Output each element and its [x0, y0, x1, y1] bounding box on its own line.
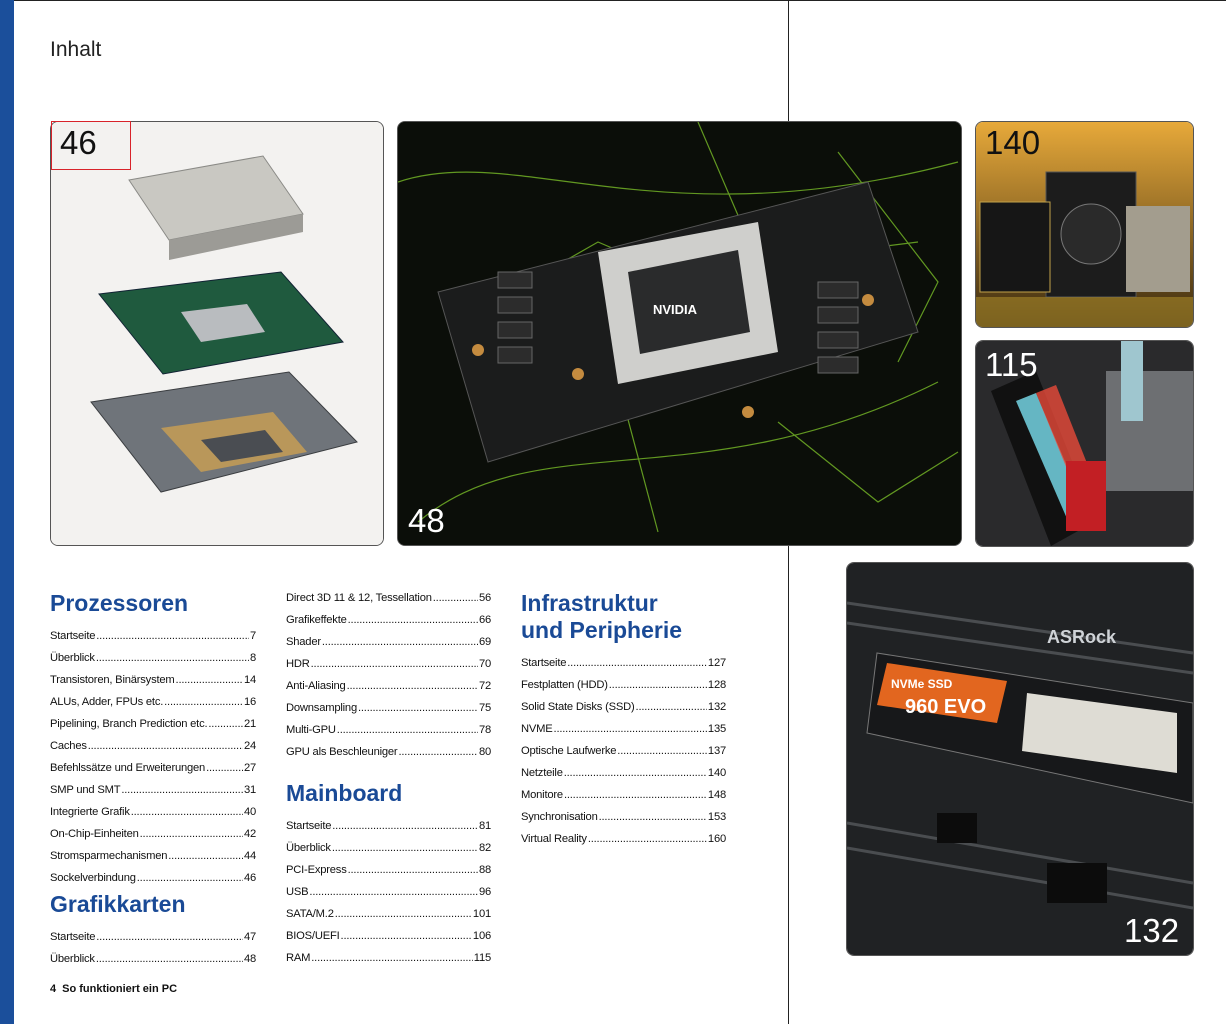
toc-entry[interactable]: Optische Laufwerke137 — [521, 740, 726, 762]
toc-entry[interactable]: Transistoren, Binärsystem14 — [50, 669, 256, 691]
toc-entry[interactable]: Startseite7 — [50, 625, 256, 647]
toc-entry[interactable]: On-Chip-Einheiten42 — [50, 823, 256, 845]
toc-entry[interactable]: Synchronisation153 — [521, 806, 726, 828]
toc-list: Startseite127 Festplatten (HDD)128 Solid… — [521, 652, 726, 850]
svg-text:ASRock: ASRock — [1047, 627, 1117, 647]
toc-entry[interactable]: SMP und SMT31 — [50, 779, 256, 801]
page-ref-115: 115 — [985, 346, 1038, 383]
toc-entry[interactable]: HDR70 — [286, 653, 491, 675]
svg-text:960 EVO: 960 EVO — [905, 696, 986, 718]
toc-entry[interactable]: Stromsparmechanismen44 — [50, 845, 256, 867]
section-heading: Prozessoren — [50, 590, 189, 616]
toc-entry[interactable]: RAM115 — [286, 947, 491, 969]
toc-section-mainboard: Mainboard Startseite81 Überblick82 PCI-E… — [286, 780, 491, 969]
toc-entry[interactable]: Überblick48 — [50, 948, 256, 970]
toc-section-infrastruktur: Infrastruktur und Peripherie Startseite1… — [521, 590, 726, 850]
toc-entry[interactable]: Netzteile140 — [521, 762, 726, 784]
toc-entry[interactable]: Sockelverbindung46 — [50, 867, 256, 889]
toc-entry[interactable]: Festplatten (HDD)128 — [521, 674, 726, 696]
svg-text:NVIDIA: NVIDIA — [653, 302, 698, 317]
page-ref-140: 140 — [985, 124, 1041, 161]
page-ref-132: 132 — [1124, 912, 1180, 949]
toc-section-prozessoren: Prozessoren Startseite7 Überblick8 Trans… — [50, 590, 256, 889]
footer-page-number: 4 — [50, 983, 57, 995]
toc-entry[interactable]: PCI-Express88 — [286, 859, 491, 881]
toc-entry[interactable]: ALUs, Adder, FPUs etc.16 — [50, 691, 256, 713]
toc-section-grafikkarten: Grafikkarten Startseite47 Überblick48 — [50, 891, 256, 970]
page-footer: 4 So funktioniert ein PC — [50, 983, 183, 995]
toc-list: Startseite81 Überblick82 PCI-Express88 U… — [286, 815, 491, 969]
toc-entry[interactable]: BIOS/UEFI106 — [286, 925, 491, 947]
page-ref-48: 48 — [408, 502, 445, 539]
toc-entry[interactable]: Integrierte Grafik40 — [50, 801, 256, 823]
page-title: Inhalt — [50, 38, 102, 61]
toc-entry[interactable]: Befehlssätze und Erweiterungen27 — [50, 757, 256, 779]
toc-entry[interactable]: Pipelining, Branch Prediction etc.21 — [50, 713, 256, 735]
toc-entry[interactable]: Startseite81 — [286, 815, 491, 837]
toc-entry[interactable]: GPU als Beschleuniger80 — [286, 741, 491, 763]
svg-text:NVMe SSD: NVMe SSD — [891, 677, 953, 691]
toc-entry[interactable]: Downsampling75 — [286, 697, 491, 719]
top-rule — [14, 0, 1226, 1]
toc-list: Direct 3D 11 & 12, Tessellation56 Grafik… — [286, 587, 491, 763]
toc-entry[interactable]: NVME135 — [521, 718, 726, 740]
toc-entry[interactable]: USB96 — [286, 881, 491, 903]
toc-entry[interactable]: Multi-GPU78 — [286, 719, 491, 741]
section-heading: Infrastruktur und Peripherie — [521, 590, 683, 643]
toc-entry[interactable]: Startseite127 — [521, 652, 726, 674]
toc-section-grafikkarten-cont: Direct 3D 11 & 12, Tessellation56 Grafik… — [286, 587, 491, 763]
toc-entry[interactable]: Shader69 — [286, 631, 491, 653]
section-heading: Mainboard — [286, 780, 403, 806]
gpu-photo: NVIDIA — [397, 121, 962, 546]
toc-list: Startseite47 Überblick48 — [50, 926, 256, 970]
toc-entry[interactable]: Caches24 — [50, 735, 256, 757]
toc-entry[interactable]: Überblick82 — [286, 837, 491, 859]
toc-entry[interactable]: Direct 3D 11 & 12, Tessellation56 — [286, 587, 491, 609]
blue-spine-bar — [0, 0, 14, 1024]
toc-entry[interactable]: SATA/M.2101 — [286, 903, 491, 925]
ssd-photo: NVMe SSD 960 EVO ASRock — [846, 562, 1194, 956]
toc-entry[interactable]: Grafikeffekte66 — [286, 609, 491, 631]
toc-entry[interactable]: Startseite47 — [50, 926, 256, 948]
toc-entry[interactable]: Monitore148 — [521, 784, 726, 806]
section-heading: Grafikkarten — [50, 891, 186, 917]
footer-publication-title: So funktioniert ein PC — [62, 983, 178, 995]
page-ref-46: 46 — [60, 124, 97, 161]
toc-entry[interactable]: Virtual Reality160 — [521, 828, 726, 850]
toc-entry[interactable]: Anti-Aliasing72 — [286, 675, 491, 697]
cpu-photo — [50, 121, 384, 546]
toc-entry[interactable]: Überblick8 — [50, 647, 256, 669]
toc-list: Startseite7 Überblick8 Transistoren, Bin… — [50, 625, 256, 889]
toc-entry[interactable]: Solid State Disks (SSD)132 — [521, 696, 726, 718]
